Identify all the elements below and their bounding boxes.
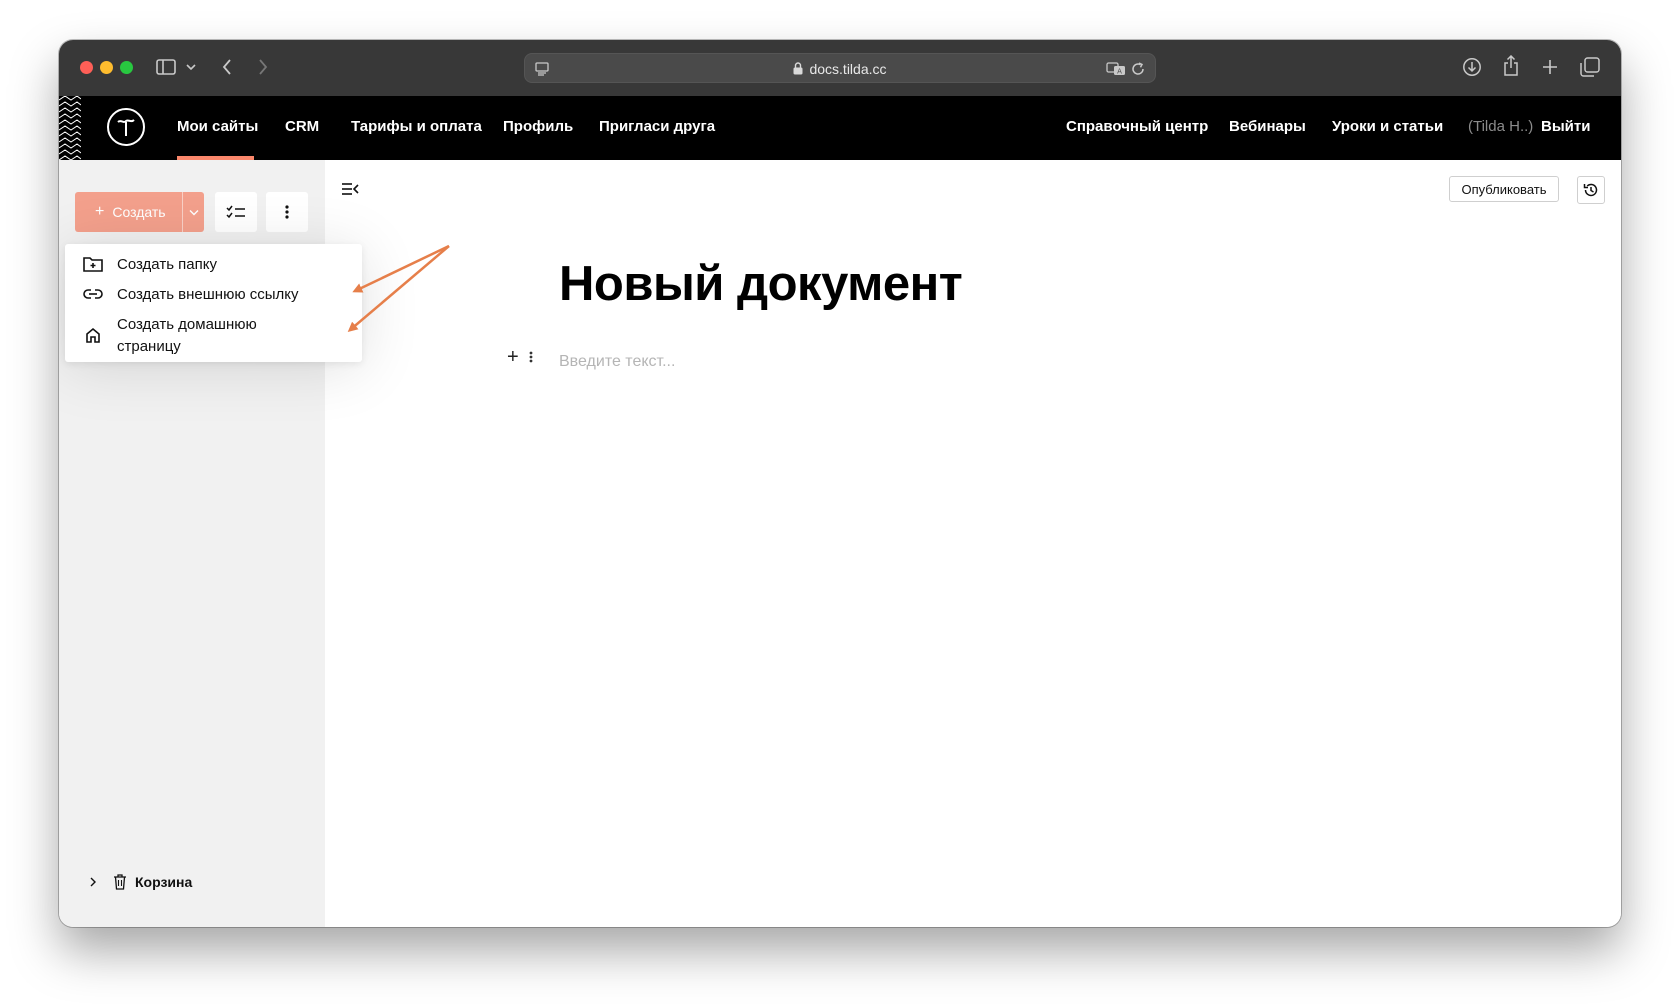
minimize-window-button[interactable] bbox=[100, 61, 113, 74]
chevron-down-icon[interactable] bbox=[184, 58, 198, 76]
close-window-button[interactable] bbox=[80, 61, 93, 74]
home-icon bbox=[83, 325, 103, 345]
more-vertical-icon bbox=[285, 205, 289, 219]
browser-toolbar: docs.tilda.cc A bbox=[59, 40, 1621, 96]
trash-icon bbox=[114, 874, 126, 890]
menu-item-create-folder[interactable]: Создать папку bbox=[83, 254, 317, 276]
history-button[interactable] bbox=[1577, 176, 1605, 204]
zoom-window-button[interactable] bbox=[120, 61, 133, 74]
chevron-right-icon[interactable] bbox=[89, 876, 97, 888]
document-editor: Опубликовать Новый документ + Введите те… bbox=[325, 160, 1621, 927]
translate-icon[interactable]: A bbox=[1105, 60, 1127, 78]
menu-item-create-external-link[interactable]: Создать внешнюю ссылку bbox=[83, 284, 317, 306]
menu-item-label: Создать домашнюю страницу bbox=[117, 316, 257, 355]
publish-button[interactable]: Опубликовать bbox=[1449, 176, 1559, 202]
history-icon bbox=[1583, 183, 1598, 197]
lock-icon bbox=[793, 62, 803, 78]
menu-item-label: Создать папку bbox=[117, 256, 217, 273]
block-menu-icon[interactable] bbox=[529, 350, 533, 368]
url-text: docs.tilda.cc bbox=[809, 61, 887, 77]
create-dropdown-toggle[interactable] bbox=[182, 192, 204, 232]
collapse-sidebar-icon[interactable] bbox=[341, 182, 359, 201]
share-icon[interactable] bbox=[1500, 54, 1522, 78]
sidebar-toggle-icon[interactable] bbox=[155, 56, 177, 78]
address-bar[interactable]: docs.tilda.cc A bbox=[524, 53, 1156, 83]
create-button[interactable]: + Создать bbox=[75, 192, 182, 232]
nav-tariffs[interactable]: Тарифы и оплата bbox=[351, 118, 482, 135]
tabs-overview-icon[interactable] bbox=[1579, 56, 1601, 78]
menu-item-label: Создать внешнюю ссылку bbox=[117, 286, 299, 303]
user-label: (Tilda H..) bbox=[1468, 118, 1534, 135]
trash-folder[interactable]: Корзина bbox=[89, 874, 192, 890]
plus-icon: + bbox=[95, 203, 105, 220]
text-input-placeholder[interactable]: Введите текст... bbox=[559, 353, 675, 371]
nav-help-center[interactable]: Справочный центр bbox=[1066, 118, 1208, 135]
browser-window: docs.tilda.cc A Мои сайты CRM Тарифы и о… bbox=[59, 40, 1621, 927]
checklist-icon bbox=[226, 205, 245, 219]
top-navigation: Мои сайты CRM Тарифы и оплата Профиль Пр… bbox=[59, 96, 1621, 160]
checklist-button[interactable] bbox=[215, 192, 257, 232]
link-icon bbox=[83, 284, 103, 304]
document-title[interactable]: Новый документ bbox=[559, 256, 963, 312]
tilda-logo-icon[interactable] bbox=[107, 108, 145, 146]
new-tab-icon[interactable] bbox=[1539, 56, 1561, 78]
chevron-down-icon bbox=[189, 209, 198, 215]
create-button-label: Создать bbox=[112, 204, 166, 220]
nav-webinars[interactable]: Вебинары bbox=[1229, 118, 1306, 135]
download-icon[interactable] bbox=[1461, 56, 1483, 78]
nav-crm[interactable]: CRM bbox=[285, 118, 319, 135]
folder-plus-icon bbox=[83, 254, 103, 274]
add-block-icon[interactable]: + bbox=[507, 346, 519, 369]
nav-lessons[interactable]: Уроки и статьи bbox=[1332, 118, 1443, 135]
nav-my-sites[interactable]: Мои сайты bbox=[177, 118, 258, 135]
forward-icon[interactable] bbox=[255, 57, 271, 77]
trash-label: Корзина bbox=[135, 874, 193, 890]
nav-profile[interactable]: Профиль bbox=[503, 118, 573, 135]
reload-icon[interactable] bbox=[1129, 60, 1147, 78]
logout-link[interactable]: Выйти bbox=[1541, 118, 1590, 135]
back-icon[interactable] bbox=[219, 57, 235, 77]
svg-text:A: A bbox=[1117, 68, 1122, 76]
zigzag-decoration bbox=[59, 96, 81, 160]
nav-invite-friend[interactable]: Пригласи друга bbox=[599, 118, 715, 135]
create-dropdown-menu: Создать папку Создать внешнюю ссылку Соз… bbox=[65, 244, 362, 362]
menu-item-create-home-page[interactable]: Создать домашнюю страницу bbox=[83, 314, 317, 358]
more-options-button[interactable] bbox=[266, 192, 308, 232]
url-display: docs.tilda.cc bbox=[525, 61, 1155, 78]
